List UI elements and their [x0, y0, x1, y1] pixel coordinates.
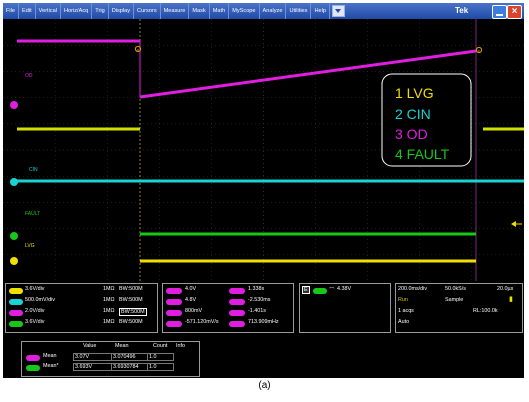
menu-utilities[interactable]: Utilities [286, 3, 312, 19]
lvg-tag: LVG [25, 243, 35, 249]
cursor-dvdt-badge [166, 321, 182, 327]
rising-edge-icon: ⌒ [329, 288, 335, 294]
meas-row-2-name: Mean* [43, 363, 59, 369]
menu-measure[interactable]: Measure [161, 3, 190, 19]
meas-row-1-name: Mean [43, 353, 57, 359]
cursor-inv-dt-value: 713.909mHz [248, 319, 279, 325]
fault-tag: FAULT [25, 211, 40, 217]
header-value: Value [83, 343, 97, 349]
cursor-dvdt-value: -571.120mV/s [185, 319, 219, 325]
trigger-type-icon: E [302, 286, 310, 294]
minimize-button[interactable] [492, 5, 507, 19]
cursor-v1-badge [166, 288, 182, 294]
resolution: 20.0µs [497, 286, 514, 292]
menu-mask[interactable]: Mask [189, 3, 210, 19]
meas-row-2-badge [26, 365, 40, 371]
ch1-bandwidth: BW:500M [119, 286, 143, 292]
cursor-t1-value: 1.338s [248, 286, 265, 292]
cursor-dt-badge [229, 310, 245, 316]
menu-help[interactable]: Help [311, 3, 330, 19]
menu-horiz-acq[interactable]: Horiz/Acq [61, 3, 93, 19]
meas-row-1-mean: 3.070496 [111, 353, 148, 361]
close-button[interactable]: × [507, 5, 522, 19]
meas-row-1-badge [26, 355, 40, 361]
cursor-t2-badge [229, 299, 245, 305]
cin-tag: CIN [29, 167, 38, 173]
trigger-level-marker[interactable] [511, 221, 516, 227]
cursor-dv-badge [166, 310, 182, 316]
menu-math[interactable]: Math [210, 3, 230, 19]
figure-caption: (a) [258, 380, 271, 391]
header-info: Info [176, 343, 185, 349]
cursor-t2-value: -2.530ms [248, 297, 271, 303]
oscilloscope-window: File Edit Vertical Horiz/Acq Trig Displa… [3, 3, 524, 378]
status-panel: 3.6V/div 1MΩ BW:500M 500.0mV/div 1MΩ BW:… [3, 281, 524, 378]
menu-trig[interactable]: Trig [92, 3, 109, 19]
cursor-v1-value: 4.0V [185, 286, 197, 292]
meas-row-2-value: 3.693V [73, 363, 112, 371]
waveform-display: a b OD CIN FAULT LVG 1 LVG 2 CIN 3 OD 4 … [3, 19, 524, 281]
menu-edit[interactable]: Edit [19, 3, 36, 19]
od-tag: OD [25, 73, 33, 79]
menu-bar: File Edit Vertical Horiz/Acq Trig Displa… [3, 3, 524, 19]
chevron-down-icon [335, 9, 342, 13]
channel-2-marker[interactable] [10, 178, 18, 186]
channel-1-marker[interactable] [10, 257, 18, 265]
ch4-coupling: 1MΩ [103, 319, 115, 325]
brand-logo: Tek [455, 6, 469, 15]
ch1-coupling: 1MΩ [103, 286, 115, 292]
channel-legend: 1 LVG 2 CIN 3 OD 4 FAULT [381, 73, 472, 167]
cursor-t1-badge [229, 288, 245, 294]
acq-mode: Sample [445, 297, 464, 303]
ch3-coupling: 1MΩ [103, 308, 115, 314]
channel-2-badge[interactable] [9, 299, 23, 305]
channel-4-marker[interactable] [10, 232, 18, 240]
meas-row-1-count: 1.0 [147, 353, 174, 361]
menu-analyze[interactable]: Analyze [260, 3, 287, 19]
channel-3-marker[interactable] [10, 101, 18, 109]
menu-myscope[interactable]: MyScope [229, 3, 260, 19]
legend-cin: 2 CIN [395, 106, 431, 122]
record-length: RL:100.0k [473, 308, 498, 314]
ch4-scale: 3.6V/div [25, 319, 45, 325]
menu-file[interactable]: File [3, 3, 20, 19]
meas-row-2-mean: 3.6930784 [111, 363, 148, 371]
channel-1-badge[interactable] [9, 288, 23, 294]
menu-vertical[interactable]: Vertical [36, 3, 61, 19]
menu-display[interactable]: Display [109, 3, 135, 19]
trigger-source-badge [313, 288, 327, 294]
ch2-scale: 500.0mV/div [25, 297, 55, 303]
menu-cursors[interactable]: Cursors [134, 3, 161, 19]
meas-row-1-value: 3.07V [73, 353, 112, 361]
legend-lvg: 1 LVG [395, 85, 434, 101]
trigger-level: 4.38V [337, 286, 352, 292]
ch1-scale: 3.6V/div [25, 286, 45, 292]
header-mean: Mean [115, 343, 129, 349]
channel-3-badge[interactable] [9, 310, 23, 316]
menu-dropdown-button[interactable] [331, 5, 345, 17]
ch3-bandwidth: BW:500M [119, 308, 147, 316]
cursor-v2-value: 4.8V [185, 297, 197, 303]
cursor-dv-value: 800mV [185, 308, 203, 314]
cursor-v2-badge [166, 299, 182, 305]
acq-state: Run [398, 297, 408, 303]
meas-row-2-count: 1.0 [147, 363, 174, 371]
legend-od: 3 OD [395, 126, 428, 142]
header-count: Count [153, 343, 168, 349]
sample-rate: 50.0kS/s [445, 286, 466, 292]
cursor-dt-value: -1.401s [248, 308, 266, 314]
trigger-mode: Auto [398, 319, 410, 325]
channel-4-badge[interactable] [9, 321, 23, 327]
run-indicator-icon: ▮ [509, 296, 513, 303]
ch2-bandwidth: BW:500M [119, 297, 143, 303]
ch2-coupling: 1MΩ [103, 297, 115, 303]
ch3-scale: 2.0V/div [25, 308, 45, 314]
cursor-inv-dt-badge [229, 321, 245, 327]
legend-fault: 4 FAULT [395, 146, 450, 162]
timebase-scale: 200.0ms/div [398, 286, 428, 292]
ch4-bandwidth: BW:500M [119, 319, 143, 325]
acq-count: 1 acqs [398, 308, 414, 314]
